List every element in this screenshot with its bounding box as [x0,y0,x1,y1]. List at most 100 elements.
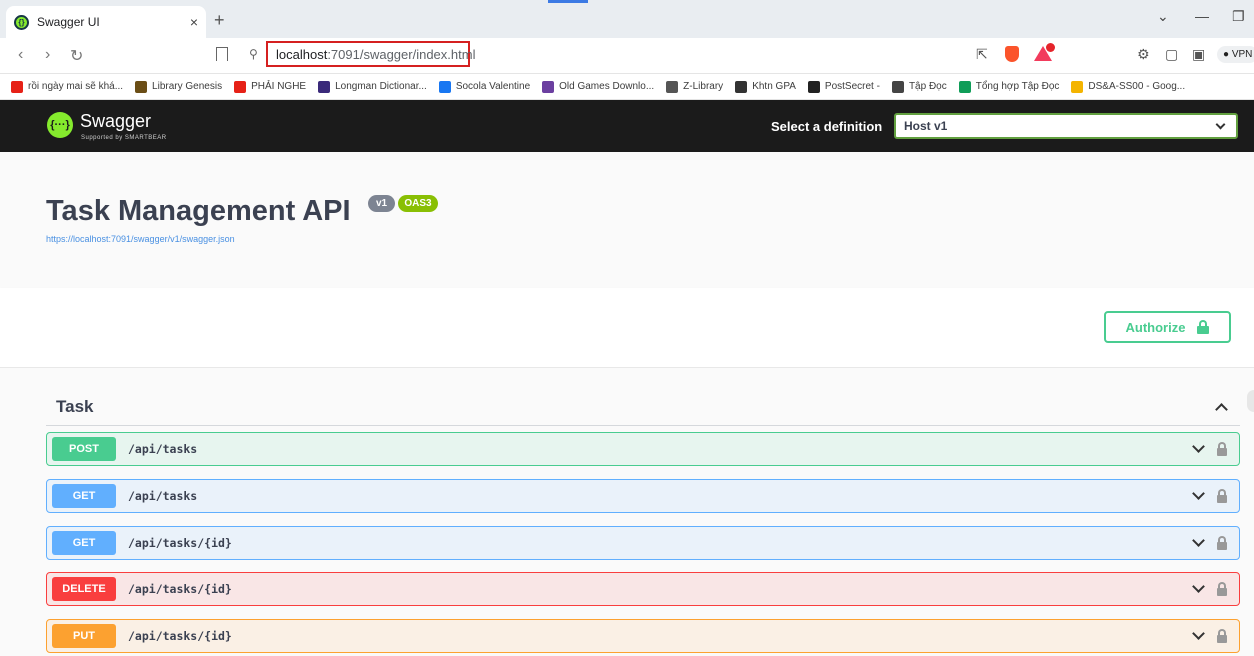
operation-get[interactable]: GET/api/tasks [46,479,1240,513]
bookmark-label: Tập Đọc [908,81,947,92]
address-bar[interactable]: localhost:7091/swagger/index.html [266,41,475,67]
bookmark-label: Socola Valentine [455,81,531,92]
vpn-button[interactable]: ● VPN [1217,46,1254,63]
version-badge: v1 [368,195,395,212]
new-tab-button[interactable]: + [214,10,225,31]
lock-icon[interactable] [1217,629,1227,643]
swagger-logo-icon[interactable]: {···} [47,112,73,138]
chevron-down-icon[interactable] [1192,440,1205,453]
chevron-up-icon [1215,403,1228,416]
tab-search-icon[interactable]: ⌄ [1157,8,1169,25]
lock-icon[interactable] [1217,536,1227,550]
bookmark-item[interactable]: Z-Library [666,80,724,93]
oas-badge: OAS3 [398,195,438,212]
chevron-down-icon [1215,119,1226,129]
http-method-badge: GET [52,531,116,555]
browser-tab-strip: {} Swagger UI × + ⌄ — ❐ [0,0,1254,38]
tab-title: Swagger UI [37,15,100,29]
forward-icon[interactable]: › [45,46,50,64]
sidebar-icon[interactable]: ▢ [1165,46,1178,63]
scroll-handle[interactable] [1247,390,1254,412]
bookmark-favicon-icon [958,80,971,93]
chevron-down-icon[interactable] [1192,580,1205,593]
browser-tab-swagger[interactable]: {} Swagger UI × [6,6,206,38]
bookmark-label: Tổng hợp Tập Đọc [975,81,1060,92]
brave-shields-icon[interactable] [1005,46,1019,62]
chevron-down-icon[interactable] [1192,487,1205,500]
back-icon[interactable]: ‹ [18,46,23,64]
operation-path: /api/tasks/{id} [128,629,232,643]
chevron-down-icon[interactable] [1192,627,1205,640]
definition-select-value: Host v1 [904,119,948,133]
bookmark-label: PostSecret - [824,81,880,92]
api-info-section: Task Management API v1 OAS3 https://loca… [0,152,1254,288]
bookmark-item[interactable]: Khtn GPA [735,80,796,93]
operation-path: /api/tasks [128,442,198,456]
http-method-badge: DELETE [52,577,116,601]
bookmark-item[interactable]: Old Games Downlo... [542,80,655,93]
tab-strip-accent [548,0,588,3]
authorize-label: Authorize [1125,319,1186,335]
bookmark-page-icon[interactable] [216,47,228,61]
operations-area: Task POST/api/tasks GET/api/tasks GET/api/… [0,368,1254,656]
bookmark-label: Khtn GPA [752,81,796,92]
lock-icon[interactable] [1217,442,1227,456]
bookmark-item[interactable]: PHẢI NGHE [234,80,307,93]
site-settings-icon[interactable]: ⚲ [249,47,258,61]
bookmark-favicon-icon [542,80,555,93]
http-method-badge: PUT [52,624,116,648]
bookmark-favicon-icon [807,80,820,93]
bookmark-label: Old Games Downlo... [559,81,655,92]
reload-icon[interactable]: ↻ [70,46,83,66]
authorize-button[interactable]: Authorize [1104,311,1231,343]
operation-post[interactable]: POST/api/tasks [46,432,1240,466]
url-path: :7091/swagger/index.html [327,46,476,62]
bookmark-label: PHẢI NGHE [251,81,307,92]
bookmark-label: rồi ngày mai sẽ khá... [28,81,124,92]
http-method-badge: POST [52,437,116,461]
bookmark-favicon-icon [318,80,331,93]
maximize-icon[interactable]: ❐ [1232,8,1245,25]
bookmark-label: Z-Library [683,81,724,92]
operation-path: /api/tasks/{id} [128,536,232,550]
operation-get[interactable]: GET/api/tasks/{id} [46,526,1240,560]
bookmark-favicon-icon [735,80,748,93]
bookmark-item[interactable]: rồi ngày mai sẽ khá... [11,80,124,93]
tag-header-task[interactable]: Task [46,388,1240,426]
bookmark-favicon-icon [666,80,679,93]
lock-icon[interactable] [1217,582,1227,596]
minimize-icon[interactable]: — [1195,8,1209,24]
definition-select[interactable]: Host v1 [894,113,1238,139]
operation-path: /api/tasks/{id} [128,582,232,596]
wallet-icon[interactable]: ▣ [1192,46,1205,63]
extensions-icon[interactable]: ⚙ [1137,46,1150,63]
share-icon[interactable]: ⇱ [976,46,988,63]
select-definition-label: Select a definition [771,119,883,134]
bookmark-item[interactable]: DS&A-SS00 - Goog... [1071,80,1186,93]
bookmark-item[interactable]: Socola Valentine [438,80,531,93]
lock-icon[interactable] [1217,489,1227,503]
scheme-container: Authorize [0,288,1254,368]
swagger-brand: Swagger [80,111,152,131]
chevron-down-icon[interactable] [1192,534,1205,547]
bookmark-item[interactable]: Library Genesis [135,80,222,93]
bookmark-favicon-icon [11,80,23,93]
bookmark-favicon-icon [234,80,247,93]
bookmark-favicon-icon [1071,80,1084,93]
operation-put[interactable]: PUT/api/tasks/{id} [46,619,1240,653]
api-title: Task Management API [46,195,351,227]
bookmark-item[interactable]: Longman Dictionar... [318,80,427,93]
tab-close-icon[interactable]: × [190,14,198,30]
bookmark-label: DS&A-SS00 - Goog... [1088,81,1186,92]
bookmark-label: Longman Dictionar... [335,81,427,92]
bookmark-item[interactable]: PostSecret - [807,80,880,93]
unlock-icon [1197,320,1210,334]
bookmark-item[interactable]: Tập Đọc [891,80,947,93]
bookmark-item[interactable]: Tổng hợp Tập Đọc [958,80,1060,93]
browser-toolbar: ‹ › ↻ ⚲ localhost:7091/swagger/index.htm… [0,38,1254,74]
spec-json-link[interactable]: https://localhost:7091/swagger/v1/swagge… [46,234,235,244]
notification-badge [1046,43,1055,52]
bookmark-favicon-icon [891,80,904,93]
swagger-favicon-icon: {} [14,14,29,30]
operation-delete[interactable]: DELETE/api/tasks/{id} [46,572,1240,606]
